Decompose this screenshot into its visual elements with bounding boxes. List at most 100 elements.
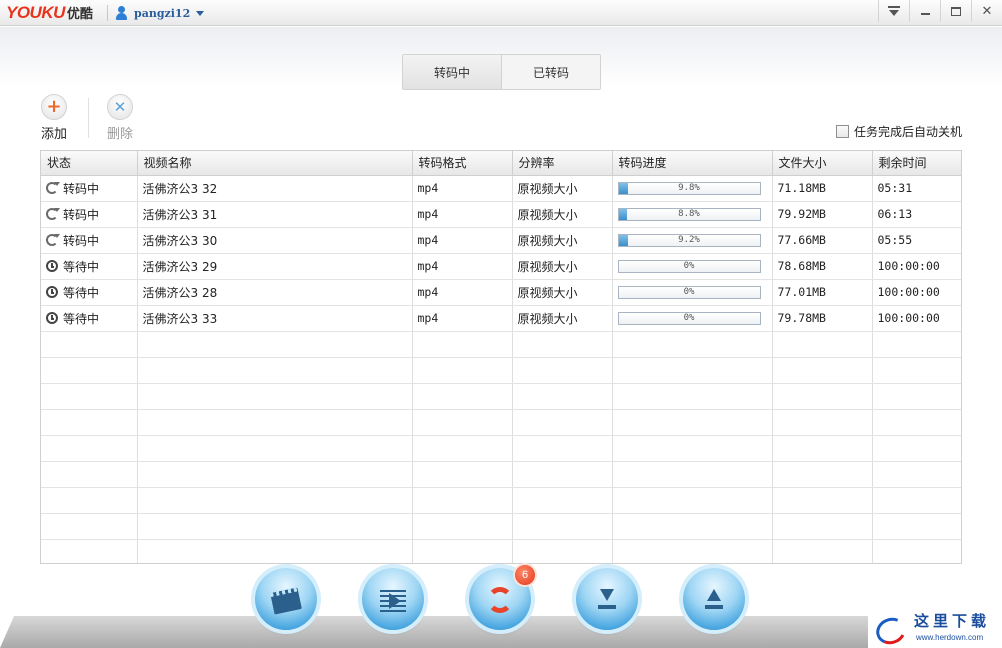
download-icon	[594, 587, 620, 613]
empty-cell	[872, 357, 961, 384]
video-name-cell: 活佛济公3 32	[137, 175, 413, 202]
empty-row	[41, 383, 961, 410]
download-button[interactable]	[576, 568, 638, 630]
table-row[interactable]: 转码中 活佛济公3 31 mp4 原视频大小 8.8% 79.92MB 06:13	[41, 201, 961, 228]
progress-text: 0%	[683, 286, 695, 297]
resolution-cell: 原视频大小	[512, 253, 613, 280]
watermark-swoosh-icon	[872, 613, 910, 648]
status-text: 等待中	[63, 259, 100, 274]
add-icon: +	[41, 94, 67, 120]
column-header-progress[interactable]: 转码进度	[612, 151, 773, 176]
remaining-time-cell: 100:00:00	[872, 253, 961, 280]
empty-cell	[872, 539, 961, 563]
empty-cell	[412, 487, 513, 514]
empty-cell	[41, 357, 138, 384]
refresh-icon	[46, 208, 60, 220]
watermark-logo: 这里下载 www.herdown.com	[872, 608, 998, 648]
column-header-status[interactable]: 状态	[41, 151, 138, 176]
empty-cell	[412, 435, 513, 462]
empty-cell	[612, 487, 773, 514]
empty-cell	[612, 409, 773, 436]
empty-row	[41, 409, 961, 436]
table-row[interactable]: 转码中 活佛济公3 30 mp4 原视频大小 9.2% 77.66MB 05:55	[41, 227, 961, 254]
empty-cell	[137, 487, 413, 514]
close-icon: ✕	[981, 3, 993, 19]
video-name-cell: 活佛济公3 33	[137, 305, 413, 332]
table-row[interactable]: 等待中 活佛济公3 29 mp4 原视频大小 0% 78.68MB 100:00:00	[41, 253, 961, 280]
empty-cell	[412, 513, 513, 540]
progress-bar: 0%	[617, 259, 761, 273]
auto-shutdown-checkbox[interactable]	[836, 125, 849, 138]
column-header-size[interactable]: 文件大小	[772, 151, 873, 176]
task-table: 状态 视频名称 转码格式 分辨率 转码进度 文件大小 剩余时间 转码中 活佛济公3…	[40, 150, 962, 564]
column-header-format[interactable]: 转码格式	[412, 151, 513, 176]
remaining-time-cell: 100:00:00	[872, 305, 961, 332]
empty-cell	[41, 383, 138, 410]
playlist-button[interactable]	[362, 568, 424, 630]
empty-cell	[772, 487, 873, 514]
column-header-remaining[interactable]: 剩余时间	[872, 151, 961, 176]
user-menu[interactable]: pangzi12	[114, 4, 205, 22]
format-cell: mp4	[412, 305, 513, 332]
empty-cell	[41, 435, 138, 462]
empty-row	[41, 513, 961, 540]
empty-cell	[872, 435, 961, 462]
empty-cell	[612, 513, 773, 540]
column-header-name[interactable]: 视频名称	[137, 151, 413, 176]
empty-cell	[612, 539, 773, 563]
refresh-icon	[46, 182, 60, 194]
upload-button[interactable]	[683, 568, 745, 630]
table-row[interactable]: 等待中 活佛济公3 28 mp4 原视频大小 0% 77.01MB 100:00:00	[41, 279, 961, 306]
video-name-cell: 活佛济公3 30	[137, 227, 413, 254]
progress-cell: 0%	[612, 253, 773, 280]
auto-shutdown-option[interactable]: 任务完成后自动关机	[836, 123, 962, 140]
format-cell: mp4	[412, 201, 513, 228]
empty-cell	[137, 513, 413, 540]
empty-cell	[772, 461, 873, 488]
delete-icon: ✕	[107, 94, 133, 120]
convert-count-badge: 6	[513, 563, 537, 587]
status-text: 等待中	[63, 311, 100, 326]
empty-cell	[412, 383, 513, 410]
table-row[interactable]: 转码中 活佛济公3 32 mp4 原视频大小 9.8% 71.18MB 05:31	[41, 175, 961, 202]
maximize-button[interactable]	[940, 0, 971, 22]
column-header-resolution[interactable]: 分辨率	[512, 151, 613, 176]
empty-cell	[612, 357, 773, 384]
empty-cell	[512, 513, 613, 540]
empty-cell	[772, 357, 873, 384]
status-cell: 转码中	[41, 175, 138, 202]
empty-cell	[772, 331, 873, 358]
youku-logo: YOUKU 优酷	[6, 3, 93, 23]
list-icon	[380, 590, 406, 612]
empty-cell	[412, 461, 513, 488]
video-name-cell: 活佛济公3 28	[137, 279, 413, 306]
delete-button[interactable]: ✕ 删除	[100, 94, 140, 142]
progress-bar: 9.2%	[617, 233, 761, 247]
watermark-url: www.herdown.com	[916, 633, 984, 642]
resolution-cell: 原视频大小	[512, 279, 613, 306]
table-row[interactable]: 等待中 活佛济公3 33 mp4 原视频大小 0% 79.78MB 100:00:00	[41, 305, 961, 332]
close-button[interactable]: ✕	[971, 0, 1002, 22]
progress-text: 0%	[683, 260, 695, 271]
empty-cell	[137, 539, 413, 563]
menu-button[interactable]	[878, 0, 909, 22]
minimize-button[interactable]	[909, 0, 940, 22]
empty-row	[41, 539, 961, 563]
bottom-strip	[0, 616, 870, 648]
logo-text: YOUKU	[6, 3, 65, 22]
status-cell: 等待中	[41, 305, 138, 332]
empty-cell	[137, 383, 413, 410]
empty-cell	[41, 461, 138, 488]
empty-cell	[512, 487, 613, 514]
tab-converting[interactable]: 转码中	[403, 55, 502, 89]
add-button[interactable]: + 添加	[34, 94, 74, 142]
format-cell: mp4	[412, 175, 513, 202]
video-library-button[interactable]	[255, 568, 317, 630]
empty-cell	[612, 331, 773, 358]
chevron-down-icon	[196, 10, 205, 16]
convert-icon	[487, 587, 513, 613]
empty-cell	[412, 539, 513, 563]
tab-converted[interactable]: 已转码	[502, 55, 600, 89]
film-icon	[270, 587, 302, 615]
file-size-cell: 71.18MB	[772, 175, 873, 202]
